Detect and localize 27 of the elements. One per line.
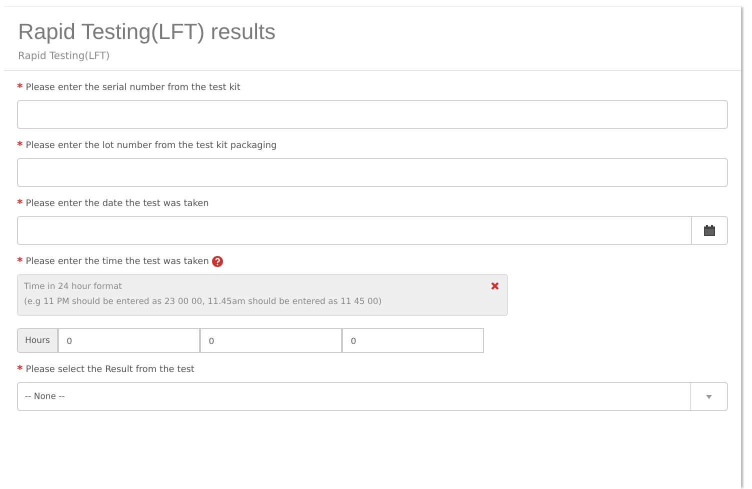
required-marker: *	[17, 363, 23, 376]
required-marker: *	[17, 255, 23, 268]
help-text: (e.g 11 PM should be entered as 23 00 00, 11.45am should be entered as 11 45 00)	[24, 296, 382, 309]
field-label: Please enter the time the test was taken	[26, 256, 209, 266]
field-label: Please enter the serial number from the test kit	[26, 82, 240, 92]
result-dropdown[interactable]: -- None --	[17, 382, 728, 411]
field-label: Please enter the lot number from the test kit packaging	[26, 140, 277, 150]
hours-addon: Hours	[17, 328, 58, 353]
field-label: Please enter the date the test was taken	[26, 198, 209, 208]
help-icon[interactable]	[212, 256, 223, 267]
help-text: Time in 24 hour format	[24, 281, 124, 294]
field-label: Please select the Result from the test	[26, 364, 194, 374]
date-field[interactable]	[17, 216, 692, 245]
time-field[interactable]: 0	[58, 328, 200, 353]
required-marker: *	[17, 139, 23, 152]
text-field[interactable]	[17, 100, 728, 129]
caret-icon	[706, 394, 712, 398]
required-marker: *	[17, 81, 23, 94]
calendar-icon	[704, 225, 715, 236]
required-marker: *	[17, 197, 23, 210]
time-field[interactable]: 0	[200, 328, 342, 353]
form-subtitle: Rapid Testing(LFT)	[18, 51, 111, 62]
close-icon[interactable]	[489, 280, 501, 292]
form-title: Rapid Testing(LFT) results	[18, 19, 277, 45]
calendar-button[interactable]	[692, 216, 728, 245]
time-field[interactable]: 0	[342, 328, 484, 353]
text-field[interactable]	[17, 158, 728, 187]
